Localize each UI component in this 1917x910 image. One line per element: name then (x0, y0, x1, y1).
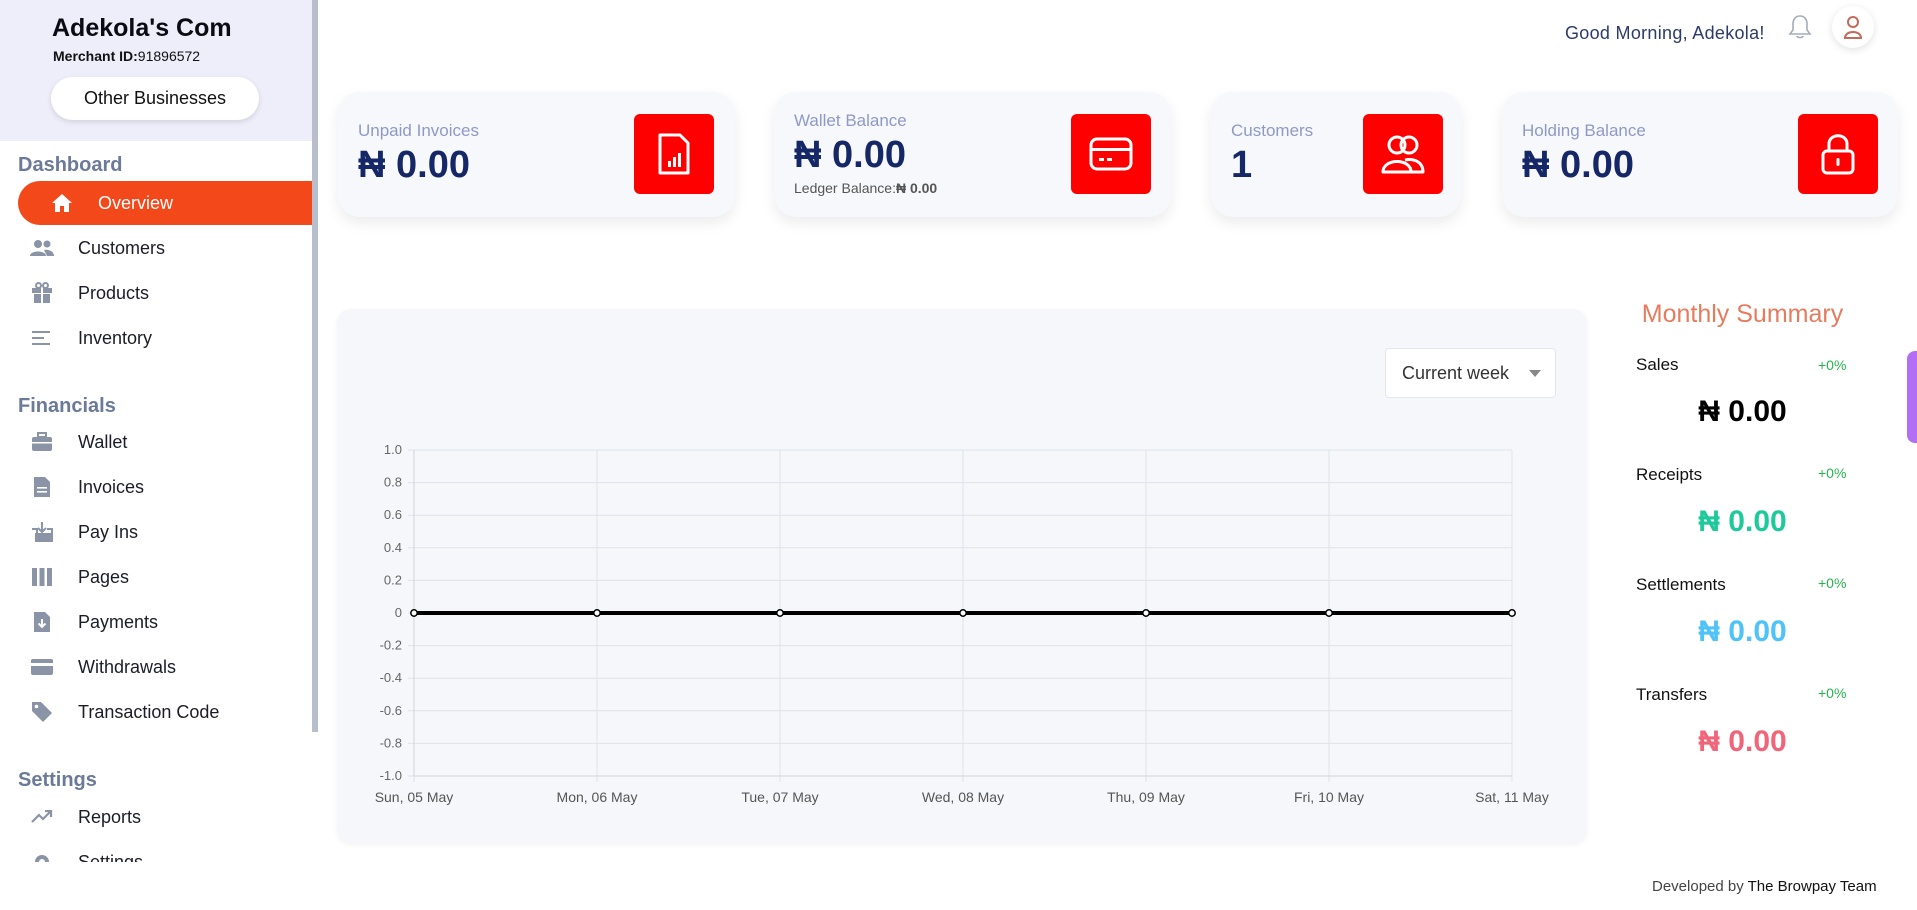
y-tick-label: -0.2 (380, 638, 402, 653)
avatar[interactable] (1832, 6, 1874, 48)
data-point (1142, 609, 1150, 617)
lock-icon (1798, 114, 1878, 194)
gear-icon (30, 850, 54, 862)
document-icon (30, 475, 54, 499)
bell-icon[interactable] (1788, 14, 1812, 45)
y-tick-label: 0.6 (384, 507, 402, 522)
summary-pct-settlements: +0% (1818, 575, 1847, 591)
y-tick-label: -0.6 (380, 703, 402, 718)
ledger-balance: Ledger Balance:₦ 0.00 (794, 180, 938, 196)
y-tick-label: 0.2 (384, 572, 402, 587)
summary-title: Monthly Summary (1641, 300, 1844, 328)
user-icon (1843, 16, 1863, 39)
sidebar-item-settings[interactable]: Settings (18, 840, 312, 862)
sidebar-item-pages[interactable]: Pages (18, 555, 312, 599)
card-customers[interactable]: Customers 1 (1211, 92, 1461, 217)
sidebar-item-customers[interactable]: Customers (18, 226, 312, 270)
invoice-chart-icon (634, 114, 714, 194)
y-tick-label: 0.8 (384, 475, 402, 490)
section-title-dashboard: Dashboard (18, 154, 123, 176)
card-wallet-balance[interactable]: Wallet Balance ₦ 0.00 Ledger Balance:₦ 0… (774, 92, 1171, 217)
users-icon (30, 236, 54, 260)
card-value: ₦ 0.00 (358, 144, 470, 186)
summary-value-receipts: ₦ 0.00 (1698, 505, 1787, 538)
x-tick-label: Mon, 06 May (557, 789, 638, 805)
credit-card-icon (30, 655, 54, 679)
sidebar-item-overview[interactable]: Overview (18, 181, 312, 225)
other-businesses-button[interactable]: Other Businesses (51, 77, 259, 120)
brand-panel: Adekola's Com Merchant ID:91896572 Other… (0, 0, 312, 141)
card-value: 1 (1231, 144, 1253, 186)
sidebar-item-inventory[interactable]: Inventory (18, 316, 312, 360)
card-label: Customers (1231, 121, 1314, 140)
y-tick-label: 0 (395, 605, 402, 620)
x-tick-label: Fri, 10 May (1294, 789, 1364, 805)
y-tick-label: -0.4 (380, 670, 402, 685)
summary-value-settlements: ₦ 0.00 (1698, 615, 1787, 648)
card-holding-balance[interactable]: Holding Balance ₦ 0.00 (1502, 92, 1898, 217)
card-value: ₦ 0.00 (794, 134, 906, 176)
x-tick-label: Sat, 11 May (1475, 789, 1549, 805)
sidebar-item-transaction-code[interactable]: Transaction Code (18, 690, 312, 734)
sidebar: Adekola's Com Merchant ID:91896572 Other… (0, 0, 316, 862)
sidebar-item-reports[interactable]: Reports (18, 795, 312, 839)
business-name: Adekola's Com (52, 14, 232, 42)
y-tick-label: 1.0 (384, 442, 402, 457)
x-tick-label: Sun, 05 May (375, 789, 454, 805)
inbox-download-icon (30, 520, 54, 544)
sidebar-item-pay-ins[interactable]: Pay Ins (18, 510, 312, 554)
data-point (959, 609, 967, 617)
chevron-down-icon (1529, 370, 1541, 377)
section-title-settings: Settings (18, 769, 97, 791)
columns-icon (30, 565, 54, 589)
summary-pct-transfers: +0% (1818, 685, 1847, 701)
summary-label-receipts: Receipts (1636, 465, 1703, 484)
users-icon (1363, 114, 1443, 194)
card-icon (1071, 114, 1151, 194)
x-tick-label: Wed, 08 May (922, 789, 1004, 805)
summary-value-transfers: ₦ 0.00 (1698, 725, 1787, 758)
summary-label-sales: Sales (1636, 355, 1679, 374)
summary-value-sales: ₦ 0.00 (1698, 395, 1787, 428)
card-label: Unpaid Invoices (358, 121, 479, 140)
summary-pct-sales: +0% (1818, 357, 1847, 373)
x-tick-label: Tue, 07 May (741, 789, 818, 805)
data-point (410, 609, 418, 617)
card-value: ₦ 0.00 (1522, 144, 1634, 186)
summary-label-transfers: Transfers (1636, 685, 1708, 704)
y-tick-label: -1.0 (380, 768, 402, 783)
x-tick-label: Thu, 09 May (1107, 789, 1185, 805)
greeting: Good Morning, Adekola! (1565, 23, 1765, 43)
tag-icon (30, 700, 54, 724)
summary-pct-receipts: +0% (1818, 465, 1847, 481)
trend-icon (30, 805, 54, 829)
home-icon (50, 191, 74, 215)
summary-label-settlements: Settlements (1636, 575, 1726, 594)
data-point (1325, 609, 1333, 617)
y-tick-label: 0.4 (384, 540, 402, 555)
section-title-financials: Financials (18, 395, 116, 417)
sidebar-item-wallet[interactable]: Wallet (18, 420, 312, 464)
side-feedback-tab[interactable] (1907, 351, 1917, 443)
week-select[interactable]: Current week (1385, 348, 1556, 398)
card-unpaid-invoices[interactable]: Unpaid Invoices ₦ 0.00 (338, 92, 735, 217)
footer: Developed by The Browpay Team (1652, 878, 1877, 895)
briefcase-icon (30, 430, 54, 454)
sidebar-item-invoices[interactable]: Invoices (18, 465, 312, 509)
sidebar-item-withdrawals[interactable]: Withdrawals (18, 645, 312, 689)
data-point (776, 609, 784, 617)
file-download-icon (30, 610, 54, 634)
sidebar-item-products[interactable]: Products (18, 271, 312, 315)
data-point (1508, 609, 1516, 617)
sidebar-scrollbar[interactable] (312, 0, 318, 732)
y-tick-label: -0.8 (380, 735, 402, 750)
gift-icon (30, 281, 54, 305)
sidebar-item-payments[interactable]: Payments (18, 600, 312, 644)
card-label: Holding Balance (1522, 121, 1646, 140)
merchant-id: Merchant ID:91896572 (53, 48, 201, 64)
card-label: Wallet Balance (794, 111, 907, 130)
list-icon (30, 326, 54, 350)
data-point (593, 609, 601, 617)
